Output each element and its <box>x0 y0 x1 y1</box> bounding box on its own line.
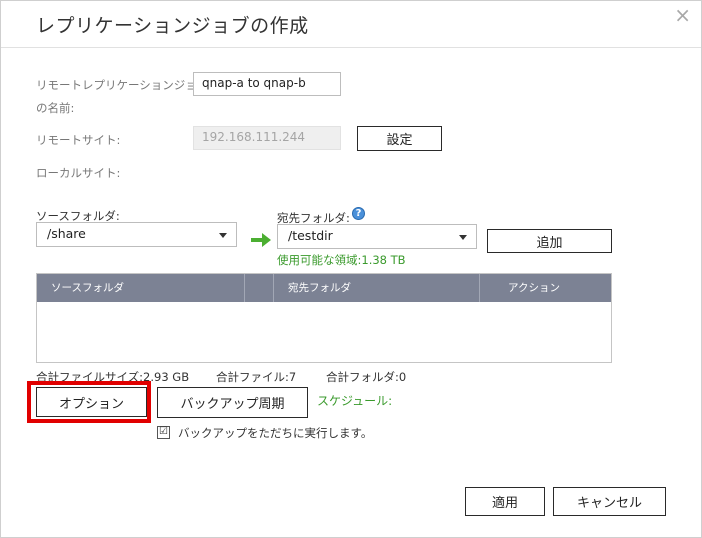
settings-button[interactable]: 設定 <box>357 126 442 151</box>
job-name-label-line2: の名前: <box>36 101 75 115</box>
help-icon[interactable]: ? <box>352 207 365 220</box>
run-now-checkbox[interactable]: ☑ <box>157 426 170 439</box>
options-button[interactable]: オプション <box>36 387 147 417</box>
create-replication-job-dialog: レプリケーションジョブの作成 × リモートレプリケーションジョブ の名前: qn… <box>0 0 702 538</box>
cancel-button[interactable]: キャンセル <box>553 487 666 516</box>
add-button[interactable]: 追加 <box>487 229 612 253</box>
chevron-down-icon <box>459 235 467 240</box>
local-site-label: ローカルサイト: <box>36 166 121 180</box>
folder-pairs-table: ソースフォルダ 宛先フォルダ アクション <box>36 273 612 363</box>
job-name-label-line1: リモートレプリケーションジョブ <box>36 78 209 92</box>
available-space: 使用可能な領域:1.38 TB <box>277 253 406 267</box>
run-now-label: バックアップをただちに実行します。 <box>178 426 373 440</box>
total-folders: 合計フォルダ:0 <box>326 370 407 384</box>
dest-folder-select[interactable]: /testdir <box>277 224 477 249</box>
column-header-action: アクション <box>508 282 560 294</box>
dest-folder-value: /testdir <box>288 228 333 243</box>
apply-button[interactable]: 適用 <box>465 487 545 516</box>
source-folder-value: /share <box>47 226 86 241</box>
backup-schedule-button[interactable]: バックアップ周期 <box>157 387 308 418</box>
schedule-label: スケジュール: <box>317 394 393 408</box>
remote-site-input: 192.168.111.244 <box>193 126 341 150</box>
source-folder-select[interactable]: /share <box>36 222 237 247</box>
chevron-down-icon <box>219 233 227 238</box>
arrow-right-icon <box>251 233 271 247</box>
column-header-spacer <box>245 274 274 302</box>
job-name-input[interactable]: qnap-a to qnap-b <box>193 72 341 96</box>
column-header-destination: 宛先フォルダ <box>274 274 480 302</box>
title-divider <box>1 47 701 48</box>
dialog-title: レプリケーションジョブの作成 <box>36 15 309 37</box>
column-header-source: ソースフォルダ <box>37 274 245 302</box>
remote-site-label: リモートサイト: <box>36 133 121 147</box>
table-header: ソースフォルダ 宛先フォルダ アクション <box>37 274 611 302</box>
total-files: 合計ファイル:7 <box>216 370 297 384</box>
close-icon[interactable]: × <box>674 5 691 25</box>
